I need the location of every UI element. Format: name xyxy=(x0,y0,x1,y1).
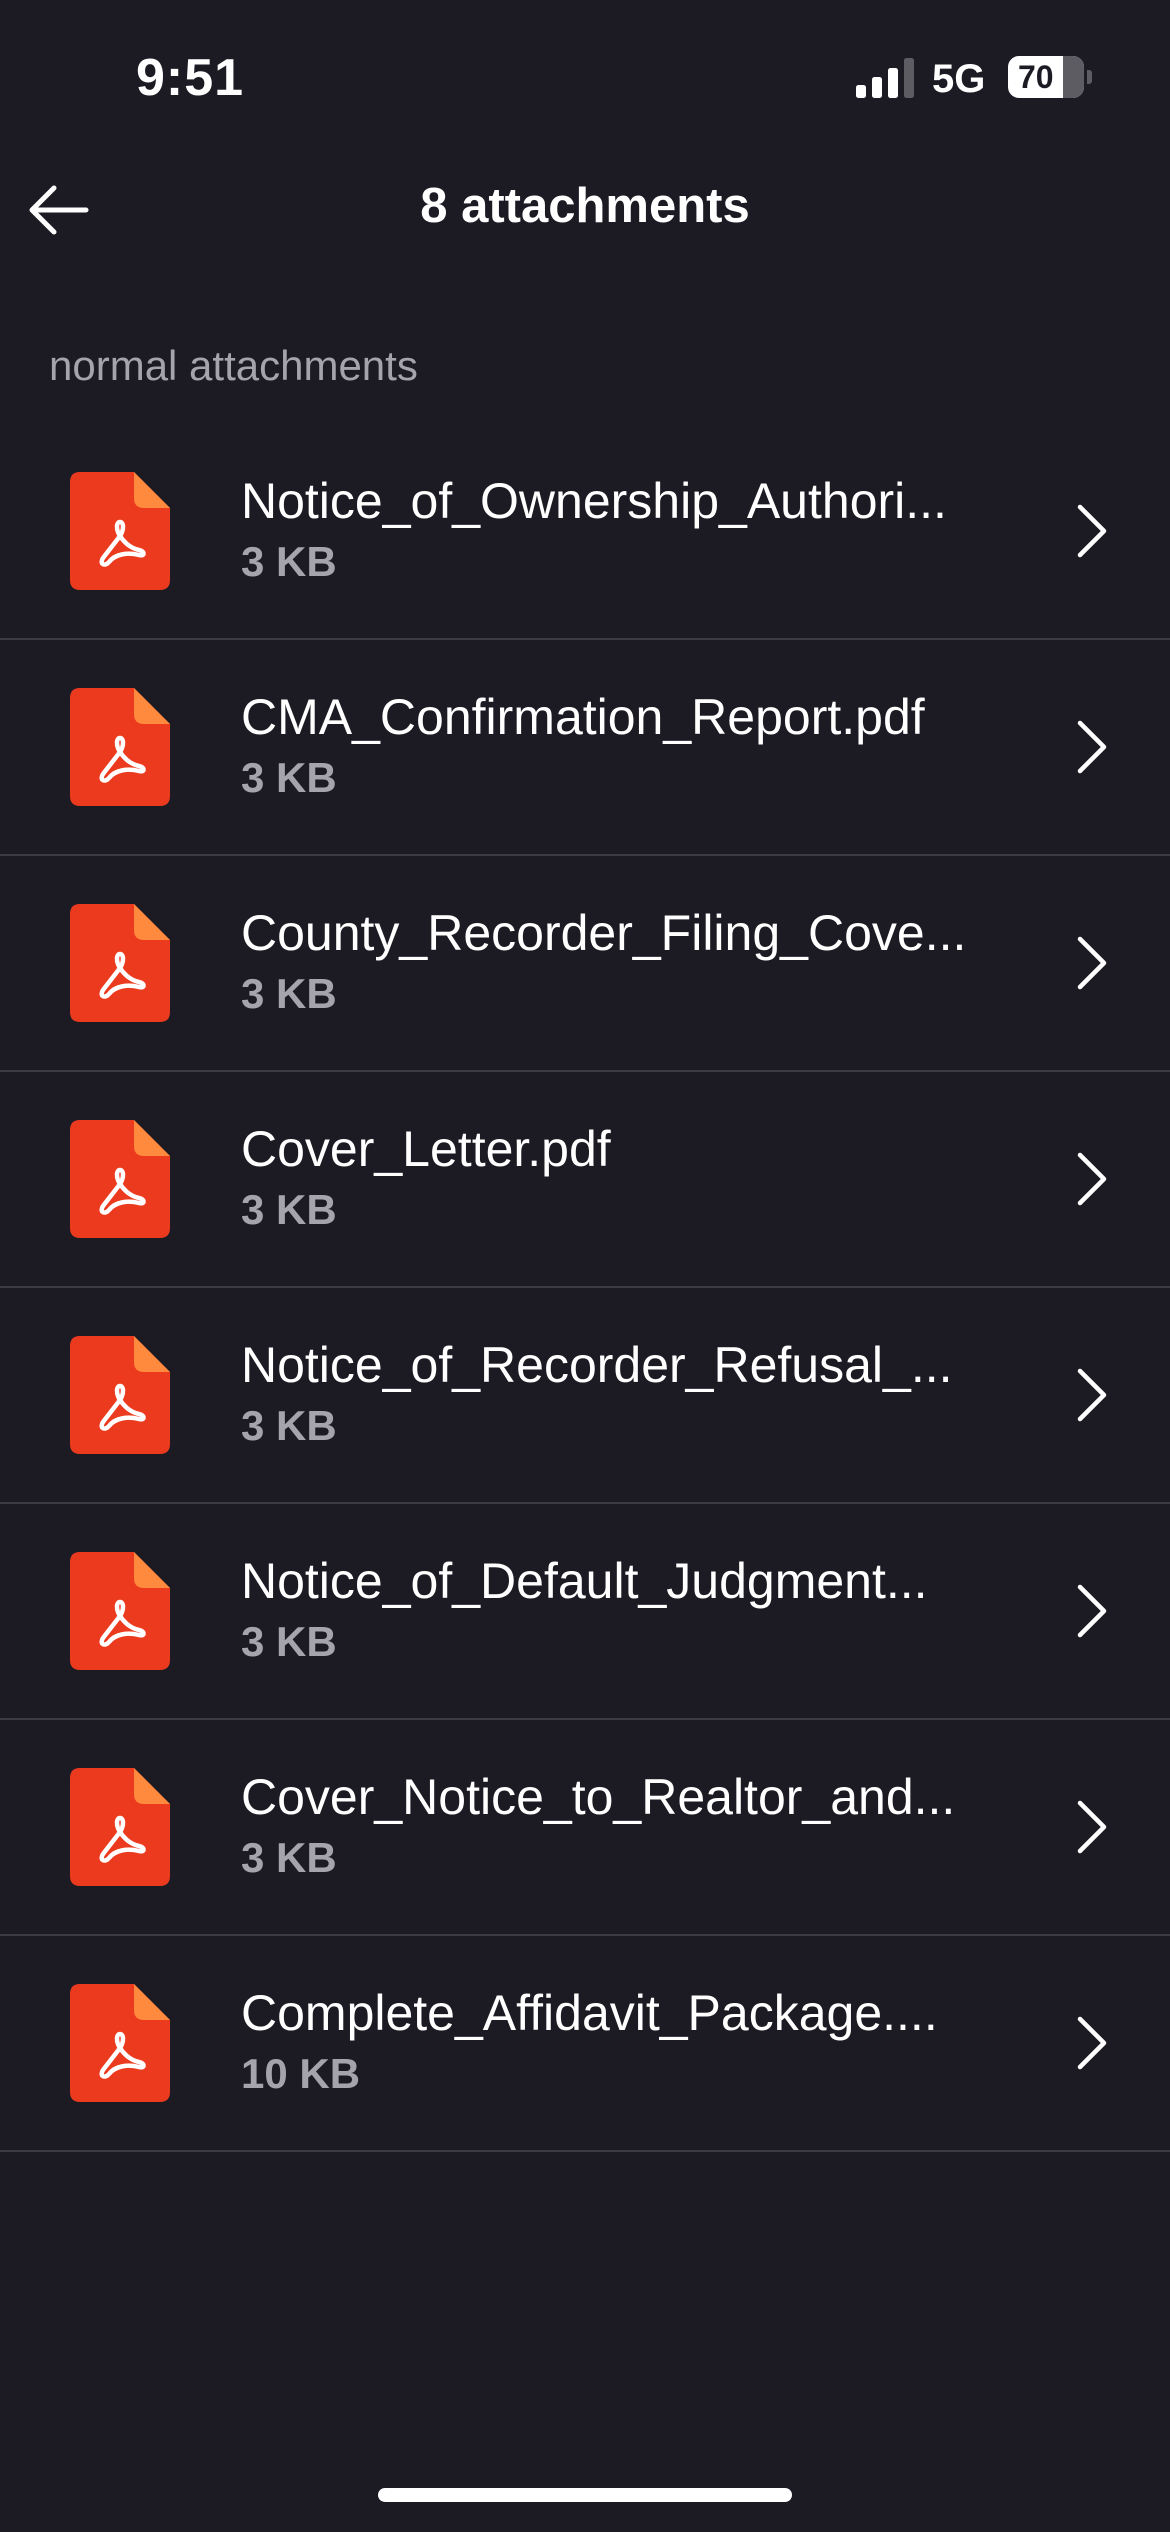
pdf-icon xyxy=(70,1768,170,1886)
cellular-signal-icon xyxy=(856,58,914,98)
attachment-file-name: Notice_of_Default_Judgment... xyxy=(241,1553,928,1609)
battery-icon: 70 xyxy=(1008,56,1092,98)
chevron-right-icon xyxy=(1077,1368,1107,1422)
pdf-icon xyxy=(70,1336,170,1454)
attachment-file-size: 3 KB xyxy=(241,538,337,585)
pdf-icon xyxy=(70,688,170,806)
attachment-row[interactable]: Cover_Notice_to_Realtor_and... 3 KB xyxy=(0,1720,1170,1936)
battery-level: 70 xyxy=(1008,56,1084,98)
attachment-file-name: Cover_Letter.pdf xyxy=(241,1121,611,1177)
attachment-file-name: Complete_Affidavit_Package.... xyxy=(241,1985,938,2041)
chevron-right-icon xyxy=(1077,2016,1107,2070)
chevron-right-icon xyxy=(1077,1584,1107,1638)
attachment-file-size: 3 KB xyxy=(241,1186,337,1233)
pdf-icon xyxy=(70,904,170,1022)
chevron-right-icon xyxy=(1077,1152,1107,1206)
attachment-row[interactable]: County_Recorder_Filing_Cove... 3 KB xyxy=(0,856,1170,1072)
status-time: 9:51 xyxy=(136,49,245,107)
navigation-header: 8 attachments xyxy=(0,150,1170,270)
attachment-row[interactable]: CMA_Confirmation_Report.pdf 3 KB xyxy=(0,640,1170,856)
page-title: 8 attachments xyxy=(420,179,750,233)
attachment-file-name: County_Recorder_Filing_Cove... xyxy=(241,905,967,961)
battery-empty-portion xyxy=(1063,56,1084,98)
attachment-file-size: 3 KB xyxy=(241,1834,337,1881)
chevron-right-icon xyxy=(1077,936,1107,990)
status-bar: 9:51 5G 70 xyxy=(0,0,1170,150)
attachment-row[interactable]: Complete_Affidavit_Package.... 10 KB xyxy=(0,1936,1170,2152)
attachment-file-size: 3 KB xyxy=(241,1402,337,1449)
attachment-row[interactable]: Cover_Letter.pdf 3 KB xyxy=(0,1072,1170,1288)
attachment-file-name: CMA_Confirmation_Report.pdf xyxy=(241,689,925,745)
attachment-file-name: Cover_Notice_to_Realtor_and... xyxy=(241,1769,956,1825)
battery-percentage: 70 xyxy=(1018,59,1054,95)
pdf-icon xyxy=(70,472,170,590)
section-label: normal attachments xyxy=(49,342,418,389)
pdf-icon xyxy=(70,1552,170,1670)
pdf-icon xyxy=(70,1984,170,2102)
attachment-file-size: 3 KB xyxy=(241,754,337,801)
attachment-file-size: 3 KB xyxy=(241,970,337,1017)
battery-cap xyxy=(1087,70,1092,84)
pdf-icon xyxy=(70,1120,170,1238)
chevron-right-icon xyxy=(1077,504,1107,558)
chevron-right-icon xyxy=(1077,1800,1107,1854)
chevron-right-icon xyxy=(1077,720,1107,774)
attachment-file-size: 10 KB xyxy=(241,2050,361,2097)
attachment-row[interactable]: Notice_of_Recorder_Refusal_... 3 KB xyxy=(0,1288,1170,1504)
attachment-file-size: 3 KB xyxy=(241,1618,337,1665)
home-indicator[interactable] xyxy=(378,2488,792,2502)
network-type: 5G xyxy=(932,57,986,101)
attachment-row[interactable]: Notice_of_Default_Judgment... 3 KB xyxy=(0,1504,1170,1720)
attachment-list: Notice_of_Ownership_Authori... 3 KB CMA_Co… xyxy=(0,424,1170,2152)
attachment-file-name: Notice_of_Recorder_Refusal_... xyxy=(241,1337,953,1393)
attachment-file-name: Notice_of_Ownership_Authori... xyxy=(241,473,947,529)
attachment-row[interactable]: Notice_of_Ownership_Authori... 3 KB xyxy=(0,424,1170,640)
